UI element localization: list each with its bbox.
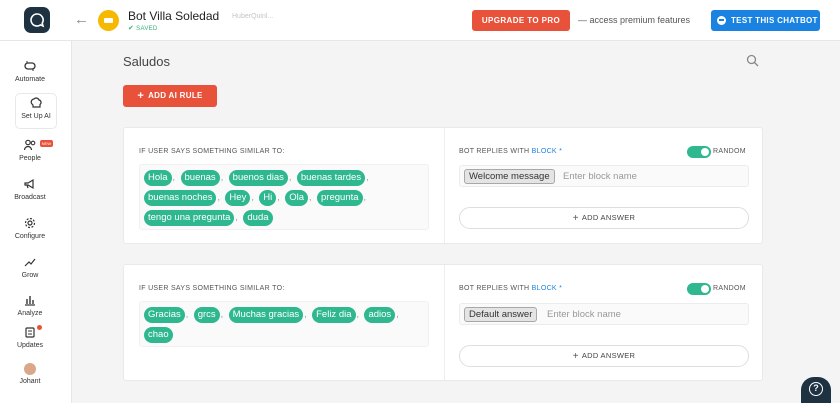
brain-icon [30, 97, 42, 108]
bot-replies-label: BOT REPLIES WITH BLOCK * [459, 285, 563, 292]
sidebar-item-label: Analyze [17, 310, 43, 317]
block-link[interactable]: BLOCK [532, 148, 557, 155]
bot-avatar[interactable] [98, 10, 119, 31]
block-name-input[interactable] [547, 307, 697, 322]
user-says-label: IF USER SAYS SOMETHING SIMILAR TO: [139, 285, 285, 292]
search-icon[interactable] [746, 54, 759, 67]
block-field[interactable]: Welcome message [459, 165, 749, 187]
block-field[interactable]: Default answer [459, 303, 749, 325]
phrase-chip[interactable]: Hola [144, 170, 172, 186]
saved-label: SAVED [136, 26, 158, 32]
bot-replies-text: BOT REPLIES WITH [459, 285, 530, 292]
sidebar-item-analyze[interactable]: Analyze [4, 291, 56, 325]
people-icon [23, 139, 36, 151]
sidebar-item-label: Grow [21, 272, 39, 279]
phrase-chip[interactable]: Gracias [144, 307, 185, 323]
block-link[interactable]: BLOCK [532, 285, 557, 292]
phrase-chip[interactable]: duda [243, 210, 273, 226]
upgrade-to-pro-button[interactable]: UPGRADE TO PRO [472, 10, 570, 31]
sidebar-item-label: Automate [15, 76, 45, 83]
megaphone-icon [24, 178, 34, 190]
phrase-input[interactable]: Gracias, grcs, Muchas gracias, Feliz dia… [139, 301, 429, 347]
phrase-chip[interactable]: Ola [285, 190, 309, 206]
ai-rule-card: IF USER SAYS SOMETHING SIMILAR TO: Hola,… [123, 127, 763, 244]
bot-name[interactable]: Bot Villa Soledad [128, 9, 219, 23]
ai-rule-card: IF USER SAYS SOMETHING SIMILAR TO: Graci… [123, 264, 763, 381]
phrase-chip[interactable]: Hi [259, 190, 277, 206]
plus-icon: + [137, 90, 145, 102]
chart-icon [25, 296, 35, 306]
block-chip[interactable]: Welcome message [464, 169, 555, 184]
card-divider [444, 128, 445, 243]
page-title: Saludos [123, 54, 170, 69]
sidebar: Automate Set Up AI NEW People Broadcast … [0, 41, 72, 403]
help-button[interactable]: ? [801, 377, 831, 403]
sidebar-item-label: Updates [16, 342, 44, 349]
sidebar-item-setup-ai[interactable]: Set Up AI [16, 94, 56, 128]
sidebar-item-label: Broadcast [14, 194, 46, 201]
user-says-label: IF USER SAYS SOMETHING SIMILAR TO: [139, 148, 285, 155]
random-toggle[interactable] [687, 146, 711, 158]
block-name-input[interactable] [563, 169, 713, 184]
sidebar-item-updates[interactable]: Updates [4, 323, 56, 357]
sidebar-item-label: Johant [19, 378, 41, 385]
test-chatbot-label: TEST THIS CHATBOT [731, 16, 818, 25]
phrase-chip[interactable]: buenos dias [228, 170, 288, 186]
help-icon: ? [809, 382, 823, 396]
user-avatar [24, 363, 36, 375]
chat-logo-icon [30, 13, 45, 28]
phrase-input[interactable]: Hola, buenas, buenos dias, buenas tardes… [139, 164, 429, 230]
phrase-chip[interactable]: Feliz dia [312, 307, 356, 323]
sidebar-item-grow[interactable]: Grow [4, 253, 56, 287]
add-answer-button[interactable]: + ADD ANSWER [459, 345, 749, 367]
add-ai-rule-button[interactable]: + ADD AI RULE [123, 85, 217, 107]
check-icon: ✔ [128, 25, 135, 32]
add-answer-label: ADD ANSWER [581, 350, 636, 360]
card-divider [444, 265, 445, 380]
block-chip[interactable]: Default answer [464, 307, 538, 322]
app-logo[interactable] [24, 7, 50, 33]
plus-icon: + [572, 212, 579, 224]
updates-icon [25, 327, 35, 338]
bot-replies-text: BOT REPLIES WITH [459, 148, 530, 155]
sidebar-item-label: People [19, 155, 41, 162]
automate-icon [24, 61, 36, 71]
phrase-chip[interactable]: Hey [225, 190, 251, 206]
sidebar-item-broadcast[interactable]: Broadcast [4, 175, 56, 209]
saved-status: ✔ SAVED [128, 24, 158, 32]
add-answer-button[interactable]: + ADD ANSWER [459, 207, 749, 229]
phrase-chip[interactable]: adios [364, 307, 396, 323]
bot-replies-label: BOT REPLIES WITH BLOCK * [459, 148, 563, 155]
plus-icon: + [572, 350, 579, 362]
random-label: RANDOM [713, 285, 746, 292]
gear-icon [24, 217, 36, 229]
test-chatbot-button[interactable]: TEST THIS CHATBOT [711, 10, 820, 31]
phrase-chip[interactable]: Muchas gracias [228, 307, 304, 323]
sidebar-item-label: Configure [14, 233, 46, 240]
random-toggle[interactable] [687, 283, 711, 295]
add-ai-rule-label: ADD AI RULE [148, 91, 203, 100]
phrase-chip[interactable]: grcs [193, 307, 220, 323]
sidebar-item-user[interactable]: Johant [4, 363, 56, 397]
notification-dot [37, 325, 42, 330]
sidebar-item-automate[interactable]: Automate [4, 57, 56, 91]
grow-icon [24, 258, 36, 267]
top-bar: ← Bot Villa Soledad ✔ SAVED HuberQuinl...… [0, 0, 840, 41]
premium-text: — access premium features [578, 15, 691, 25]
messenger-icon [717, 16, 726, 25]
phrase-chip[interactable]: pregunta [317, 190, 363, 206]
sidebar-item-people[interactable]: NEW People [4, 136, 56, 170]
add-answer-label: ADD ANSWER [581, 212, 636, 222]
random-label: RANDOM [713, 148, 746, 155]
phrase-chip[interactable]: buenas tardes [296, 170, 366, 186]
sidebar-item-label: Set Up AI [21, 113, 51, 120]
new-badge: NEW [39, 140, 53, 147]
phrase-chip[interactable]: buenas noches [144, 190, 217, 206]
phrase-chip[interactable]: chao [144, 327, 173, 343]
phrase-chip[interactable]: buenas [180, 170, 220, 186]
sidebar-item-configure[interactable]: Configure [4, 214, 56, 248]
back-arrow-icon[interactable]: ← [74, 11, 89, 28]
faint-text: HuberQuinl... [232, 13, 274, 20]
phrase-chip[interactable]: tengo una pregunta [144, 210, 235, 226]
